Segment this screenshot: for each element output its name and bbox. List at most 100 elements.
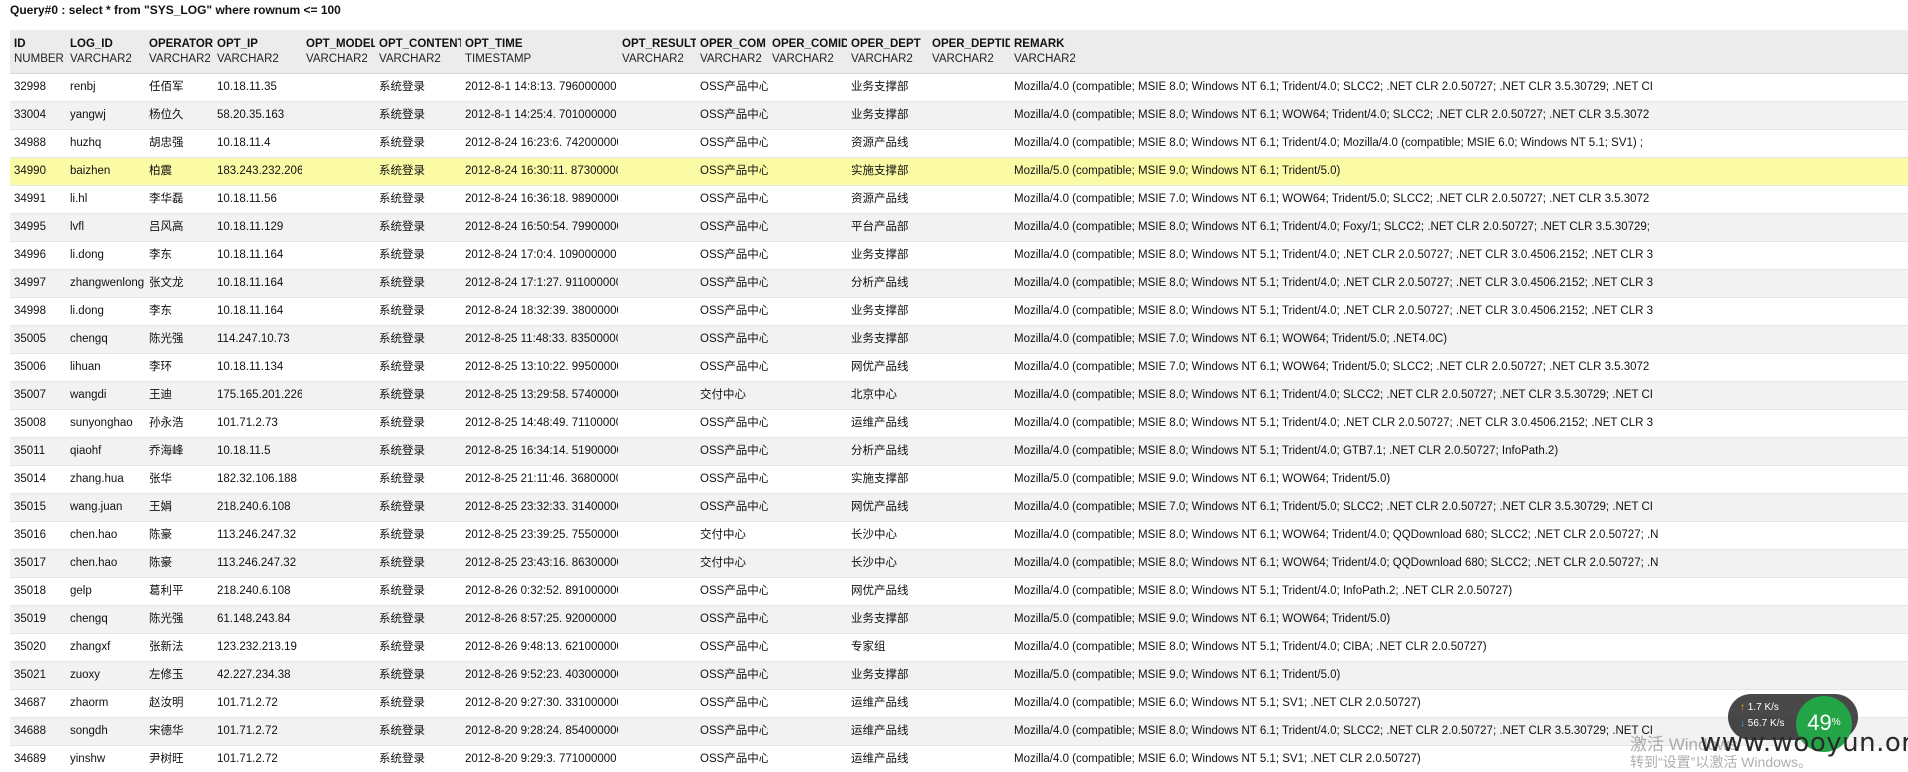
cell-opt-content: 系统登录 [379,529,425,541]
cell-log-id: li.hl [70,193,88,205]
cell-oper-dept: 平台产品部 [851,221,909,233]
table-row[interactable]: 35019 chengq 陈光强 61.148.243.84 系统登录 2012-8-26… [10,605,1908,634]
cell-oper-dept: 长沙中心 [851,557,897,569]
cell-opt-model [302,606,375,634]
cell-id: 35021 [14,669,46,681]
table-row[interactable]: 34991 li.hl 李华磊 10.18.11.56 系统登录 2012-8-24 16… [10,185,1908,214]
cell-remark: Mozilla/5.0 (compatible; MSIE 9.0; Windo… [1014,613,1391,625]
arrow-up-icon: ↑ [1740,702,1745,713]
table-row[interactable]: 34997 zhangwenlong 张文龙 10.18.11.164 系统登录 2012… [10,269,1908,298]
table-row[interactable]: 35021 zuoxy 左修玉 42.227.234.38 系统登录 2012-8-26 … [10,661,1908,690]
cell-log-id: yangwj [70,109,106,121]
column-header-oper-comid[interactable]: OPER_COMID VARCHAR2 [768,30,847,74]
cell-opt-time: 2012-8-20 9:28:24. 854000000 [465,725,618,737]
cell-oper-com: OSS产品中心 [700,445,768,457]
table-row[interactable]: 34688 songdh 宋德华 101.71.2.72 系统登录 2012-8-20 9… [10,717,1908,746]
column-type: VARCHAR2 [772,52,834,65]
table-row[interactable]: 34687 zhaorm 赵汝明 101.71.2.72 系统登录 2012-8-20 9… [10,689,1908,718]
cell-oper-com: OSS产品中心 [700,753,768,765]
table-row[interactable]: 35016 chen.hao 陈豪 113.246.247.32 系统登录 2012-8-… [10,521,1908,550]
column-header-opt-model[interactable]: OPT_MODEL VARCHAR2 [302,30,375,74]
table-row[interactable]: 35011 qiaohf 乔海峰 10.18.11.5 系统登录 2012-8-25 16… [10,437,1908,466]
cell-oper-dept: 实施支撑部 [851,473,909,485]
column-header-opt-time[interactable]: OPT_TIME TIMESTAMP [461,30,618,74]
column-type: VARCHAR2 [70,52,132,65]
cell-log-id: chen.hao [70,529,118,541]
cell-opt-content: 系统登录 [379,417,425,429]
table-row[interactable]: 34998 li.dong 李东 10.18.11.164 系统登录 2012-8-24 … [10,297,1908,326]
cell-log-id: chen.hao [70,557,118,569]
cell-operator: 杨位久 [149,109,184,121]
table-row[interactable]: 35007 wangdi 王迪 175.165.201.226 系统登录 2012-8-2… [10,381,1908,410]
cell-operator: 陈豪 [149,529,172,541]
column-header-opt-ip[interactable]: OPT_IP VARCHAR2 [213,30,302,74]
table-row[interactable]: 34689 yinshw 尹树旺 101.71.2.72 系统登录 2012-8-20 9… [10,745,1908,771]
column-header-log-id[interactable]: LOG_ID VARCHAR2 [66,30,145,74]
table-row[interactable]: 34988 huzhq 胡忠强 10.18.11.4 系统登录 2012-8-24 16:… [10,129,1908,158]
cell-opt-content: 系统登录 [379,193,425,205]
table-row[interactable]: 32998 renbj 任佰军 10.18.11.35 系统登录 2012-8-1 14:… [10,73,1908,102]
table-row[interactable]: 35020 zhangxf 张新法 123.232.213.19 系统登录 2012-8-… [10,633,1908,662]
cell-opt-time: 2012-8-24 17:1:27. 911000000 [465,277,618,289]
cell-oper-comid [768,270,847,298]
column-header-id[interactable]: ID NUMBER [10,30,66,74]
cell-remark: Mozilla/4.0 (compatible; MSIE 8.0; Windo… [1014,109,1650,121]
table-row[interactable]: 34995 lvfl 吕风高 10.18.11.129 系统登录 2012-8-24 16… [10,213,1908,242]
cell-log-id: baizhen [70,165,111,177]
cell-oper-comid [768,438,847,466]
column-header-oper-deptid[interactable]: OPER_DEPTID VARCHAR2 [928,30,1010,74]
cell-opt-result [618,326,696,354]
table-row[interactable]: 34990 baizhen 柏震 183.243.232.206 系统登录 2012-8-… [10,157,1908,186]
table-row[interactable]: 35006 lihuan 李环 10.18.11.134 系统登录 2012-8-25 1… [10,353,1908,382]
column-header-operator[interactable]: OPERATOR VARCHAR2 [145,30,213,74]
cell-opt-result [618,578,696,606]
cell-opt-content: 系统登录 [379,277,425,289]
table-row[interactable]: 35017 chen.hao 陈豪 113.246.247.32 系统登录 2012-8-… [10,549,1908,578]
column-header-oper-dept[interactable]: OPER_DEPT VARCHAR2 [847,30,928,74]
cell-operator: 左修玉 [149,669,184,681]
table-row[interactable]: 34996 li.dong 李东 10.18.11.164 系统登录 2012-8-24 … [10,241,1908,270]
cell-log-id: songdh [70,725,108,737]
cell-opt-content: 系统登录 [379,613,425,625]
cell-opt-model [302,298,375,326]
cell-oper-comid [768,382,847,410]
cell-id: 35018 [14,585,46,597]
cell-operator: 李东 [149,249,172,261]
cell-oper-comid [768,186,847,214]
cell-oper-deptid [928,102,1010,130]
cell-opt-result [618,354,696,382]
cell-log-id: wang.juan [70,501,123,513]
cell-log-id: chengq [70,333,108,345]
column-name: OPT_MODEL [306,37,375,50]
cell-oper-com: OSS产品中心 [700,669,768,681]
cell-opt-model [302,186,375,214]
cell-id: 33004 [14,109,46,121]
column-header-opt-content[interactable]: OPT_CONTENT VARCHAR2 [375,30,461,74]
cell-opt-content: 系统登录 [379,165,425,177]
table-row[interactable]: 35018 gelp 葛利平 218.240.6.108 系统登录 2012-8-26 0… [10,577,1908,606]
table-row[interactable]: 35014 zhang.hua 张华 182.32.106.188 系统登录 2012-8… [10,465,1908,494]
table-row[interactable]: 35008 sunyonghao 孙永浩 101.71.2.73 系统登录 2012-8-… [10,409,1908,438]
cell-opt-model [302,466,375,494]
result-grid[interactable]: ID NUMBER LOG_ID VARCHAR2 OPERATOR VARCHAR2 OP… [10,30,1908,771]
cell-opt-time: 2012-8-25 11:48:33. 835000000 [465,333,618,345]
cell-oper-com: OSS产品中心 [700,641,768,653]
cell-id: 35014 [14,473,46,485]
cell-opt-content: 系统登录 [379,361,425,373]
cell-operator: 陈光强 [149,613,184,625]
column-header-opt-result[interactable]: OPT_RESULT VARCHAR2 [618,30,696,74]
cell-oper-com: OSS产品中心 [700,137,768,149]
cell-id: 35016 [14,529,46,541]
column-header-oper-com[interactable]: OPER_COM VARCHAR2 [696,30,768,74]
cell-opt-ip: 10.18.11.164 [217,305,284,317]
column-header-remark[interactable]: REMARK VARCHAR2 [1010,30,1908,74]
cell-opt-ip: 123.232.213.19 [217,641,297,653]
table-row[interactable]: 35015 wang.juan 王娟 218.240.6.108 系统登录 2012-8-… [10,493,1908,522]
cell-oper-dept: 业务支撑部 [851,109,909,121]
cell-log-id: huzhq [70,137,102,149]
table-row[interactable]: 35005 chengq 陈光强 114.247.10.73 系统登录 2012-8-25… [10,325,1908,354]
cell-opt-model [302,438,375,466]
cell-log-id: lvfl [70,221,85,233]
cell-id: 34996 [14,249,46,261]
table-row[interactable]: 33004 yangwj 杨位久 58.20.35.163 系统登录 2012-8-1 1… [10,101,1908,130]
